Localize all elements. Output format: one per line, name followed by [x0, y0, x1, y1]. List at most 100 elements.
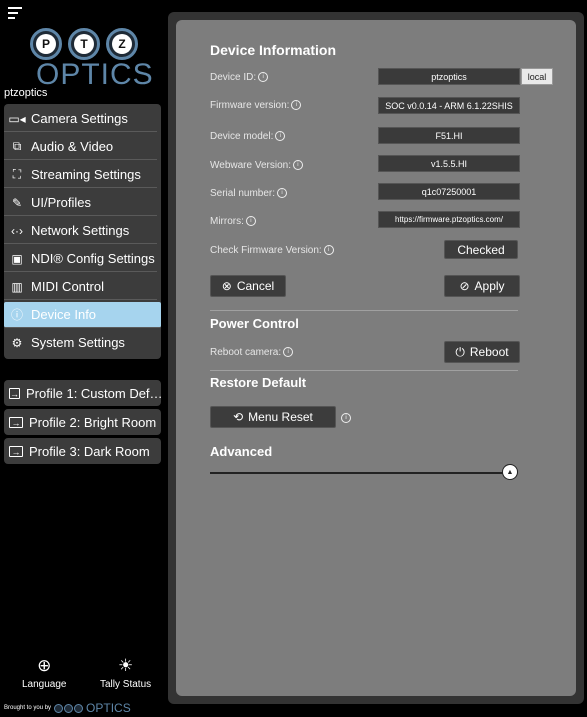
sidebar-item-system-settings[interactable]: ⚙ System Settings — [4, 330, 157, 355]
tally-status-button[interactable]: ☀ Tally Status — [100, 656, 151, 690]
info-icon: ⓘ — [10, 308, 23, 322]
midi-icon: ▥ — [11, 279, 23, 294]
apply-label: Apply — [474, 279, 505, 293]
sidebar-item-label: Device Info — [31, 307, 97, 322]
profile-2-button[interactable]: → Profile 2: Bright Room — [4, 409, 161, 435]
info-icon[interactable]: i — [283, 347, 294, 358]
tally-label: Tally Status — [100, 679, 152, 690]
logo-wordmark: OPTICS — [36, 58, 154, 91]
info-icon[interactable]: i — [323, 245, 334, 256]
advanced-expand-toggle[interactable]: ▲ — [502, 464, 518, 480]
camera-icon: ▭◂ — [8, 111, 26, 126]
device-name: ptzoptics — [4, 87, 48, 99]
power-control-heading: Power Control — [210, 316, 299, 331]
credit-logo-circles — [54, 703, 84, 713]
credit-logo: OPTICS — [86, 701, 131, 715]
mirrors-field[interactable]: https://firmware.ptzoptics.com/ — [378, 211, 520, 228]
section-divider — [210, 310, 518, 311]
info-icon[interactable]: i — [291, 100, 302, 111]
advanced-slider-track — [210, 472, 510, 474]
gear-icon: ⚙ — [11, 335, 23, 350]
sidebar-item-label: Network Settings — [31, 223, 130, 238]
light-bulb-icon: ☀ — [117, 656, 134, 675]
menu-reset-button[interactable]: ⟲ Menu Reset — [210, 406, 336, 428]
sidebar-item-label: Streaming Settings — [31, 167, 141, 182]
advanced-heading: Advanced — [210, 444, 273, 459]
section-divider — [210, 370, 518, 371]
profile-label: Profile 2: Bright Room — [29, 414, 157, 430]
menu-reset-label: Menu Reset — [248, 410, 313, 424]
sidebar-item-label: UI/Profiles — [31, 195, 91, 210]
sidebar-item-label: NDI® Config Settings — [31, 251, 155, 266]
device-info-panel: Device Information Device ID: i ptzoptics… — [176, 20, 576, 696]
credit-line: Brought to you by OPTICS — [4, 701, 131, 715]
reboot-label: Reboot — [469, 345, 509, 359]
device-id-label: Device ID: i — [210, 72, 269, 83]
serial-number-value: q1c07250001 — [378, 183, 520, 200]
sidebar-item-audio-video[interactable]: ⧉ Audio & Video — [4, 134, 157, 160]
profile-1-button[interactable]: → Profile 1: Custom Def… — [4, 380, 161, 406]
device-information-heading: Device Information — [210, 42, 337, 58]
sidebar-item-label: Camera Settings — [31, 111, 128, 126]
profile-enter-icon: → — [9, 445, 23, 457]
cancel-icon: ⊗ — [221, 279, 232, 293]
audio-video-icon: ⧉ — [12, 139, 22, 153]
sidebar-nav: ▭◂ Camera Settings ⧉ Audio & Video ⛶ Stream… — [4, 104, 161, 359]
sidebar-item-network-settings[interactable]: ‹·› Network Settings — [4, 218, 157, 244]
credit-text: Brought to you by — [4, 705, 52, 711]
ptzoptics-logo: P T Z OPTICS — [30, 28, 160, 92]
restore-default-heading: Restore Default — [210, 375, 307, 390]
device-model-value: F51.HI — [378, 127, 520, 144]
profile-3-button[interactable]: → Profile 3: Dark Room — [4, 438, 161, 464]
local-badge: local — [521, 68, 553, 85]
info-icon[interactable]: i — [245, 216, 256, 227]
logo-letter: P — [36, 34, 56, 54]
info-icon[interactable]: i — [258, 72, 269, 83]
sidebar-item-streaming-settings[interactable]: ⛶ Streaming Settings — [4, 162, 157, 188]
language-button[interactable]: ⊕ Language — [22, 656, 67, 690]
network-icon: ‹·› — [11, 223, 23, 238]
sidebar-item-ui-profiles[interactable]: ✎ UI/Profiles — [4, 190, 157, 216]
hamburger-menu-icon[interactable] — [8, 4, 22, 22]
logo-letter: T — [74, 34, 94, 54]
firmware-version-label: Firmware version: i — [210, 100, 302, 111]
profile-label: Profile 3: Dark Room — [29, 443, 150, 459]
logo-letter: Z — [112, 34, 132, 54]
apply-button[interactable]: ⊘ Apply — [444, 275, 520, 297]
serial-number-label: Serial number: i — [210, 188, 288, 199]
sidebar-item-camera-settings[interactable]: ▭◂ Camera Settings — [4, 106, 157, 132]
checked-button[interactable]: Checked — [444, 240, 518, 259]
reboot-button[interactable]: ⏻ Reboot — [444, 341, 520, 363]
info-icon[interactable]: i — [275, 131, 286, 142]
webware-version-label: Webware Version: i — [210, 160, 303, 171]
cancel-button[interactable]: ⊗ Cancel — [210, 275, 286, 297]
firmware-version-value: SOC v0.0.14 - ARM 6.1.22SHIS — [378, 97, 520, 114]
sidebar-item-label: System Settings — [31, 335, 125, 350]
profile-label: Profile 1: Custom Def… — [26, 385, 161, 401]
streaming-icon: ⛶ — [12, 167, 22, 181]
webware-version-value: v1.5.5.HI — [378, 155, 520, 172]
check-firmware-label: Check Firmware Version: i — [210, 245, 334, 256]
power-icon: ⏻ — [455, 344, 465, 359]
info-icon[interactable]: i — [277, 188, 288, 199]
device-model-label: Device model: i — [210, 131, 286, 142]
info-icon[interactable]: i — [292, 160, 303, 171]
device-id-field[interactable]: ptzoptics — [378, 68, 520, 85]
chevron-up-icon: ▲ — [506, 468, 514, 476]
sidebar-item-ndi-config[interactable]: ▣ NDI® Config Settings — [4, 246, 157, 272]
check-circle-icon: ⊘ — [459, 279, 470, 293]
mirrors-label: Mirrors: i — [210, 216, 256, 227]
reset-icon: ⟲ — [233, 410, 244, 424]
profiles-list: → Profile 1: Custom Def… → Profile 2: Brig… — [4, 380, 161, 467]
sidebar-item-label: MIDI Control — [31, 279, 104, 294]
sidebar-item-midi-control[interactable]: ▥ MIDI Control — [4, 274, 157, 300]
language-label: Language — [22, 679, 67, 690]
sidebar-item-label: Audio & Video — [31, 139, 114, 154]
profile-enter-icon: → — [9, 387, 20, 399]
profile-enter-icon: → — [9, 416, 23, 428]
info-icon[interactable]: i — [341, 413, 351, 423]
sidebar-item-device-info[interactable]: ⓘ Device Info — [4, 302, 161, 328]
globe-icon: ⊕ — [37, 656, 52, 675]
ndi-icon: ▣ — [11, 251, 23, 266]
ui-profiles-icon: ✎ — [11, 195, 23, 210]
